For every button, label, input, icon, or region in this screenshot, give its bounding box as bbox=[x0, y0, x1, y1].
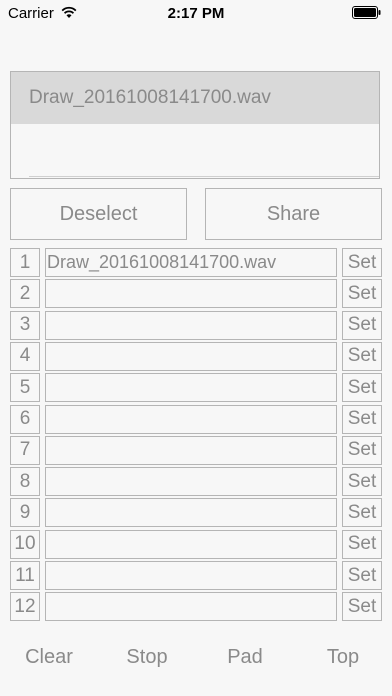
slot-row: 2 Set bbox=[0, 279, 392, 309]
slot-number: 7 bbox=[10, 435, 40, 465]
slot-set-button[interactable]: Set bbox=[342, 561, 382, 590]
slot-number: 12 bbox=[10, 592, 40, 622]
top-button[interactable]: Top bbox=[303, 646, 383, 669]
bottom-toolbar: Clear Stop Pad Top bbox=[0, 646, 392, 676]
slot-row: 5 Set bbox=[0, 373, 392, 403]
slot-file-field[interactable] bbox=[45, 310, 337, 340]
slot-set-button[interactable]: Set bbox=[342, 404, 382, 434]
slot-set-button[interactable]: Set bbox=[342, 467, 382, 497]
slot-row: 6 Set bbox=[0, 404, 392, 434]
slot-file-field[interactable] bbox=[45, 498, 337, 528]
slot-row: 8 Set bbox=[0, 467, 392, 497]
slot-file-field[interactable] bbox=[45, 435, 337, 465]
slot-row: 11 Set bbox=[0, 561, 392, 590]
slot-set-button[interactable]: Set bbox=[342, 529, 382, 559]
slot-number: 2 bbox=[10, 279, 40, 309]
battery-icon bbox=[352, 6, 381, 19]
slot-row: 4 Set bbox=[0, 341, 392, 371]
slot-file-field[interactable] bbox=[45, 279, 337, 309]
slot-file-field[interactable] bbox=[45, 404, 337, 434]
slot-number: 5 bbox=[10, 373, 40, 403]
slot-set-button[interactable]: Set bbox=[342, 435, 382, 465]
status-time: 2:17 PM bbox=[167, 5, 225, 22]
slot-file-field[interactable] bbox=[45, 592, 337, 622]
slot-number: 8 bbox=[10, 467, 40, 497]
slot-set-button[interactable]: Set bbox=[342, 279, 382, 309]
share-button[interactable]: Share bbox=[205, 188, 382, 240]
slot-row: 7 Set bbox=[0, 435, 392, 465]
slot-file-field[interactable] bbox=[45, 529, 337, 559]
slot-set-button[interactable]: Set bbox=[342, 592, 382, 622]
pad-button[interactable]: Pad bbox=[205, 646, 285, 669]
slot-row: 9 Set bbox=[0, 498, 392, 528]
slot-file-field[interactable] bbox=[45, 341, 337, 371]
file-name: Draw_20161008141700.wav bbox=[29, 87, 271, 108]
slot-number: 9 bbox=[10, 498, 40, 528]
slot-number: 4 bbox=[10, 341, 40, 371]
slot-number: 11 bbox=[10, 561, 40, 590]
slot-row: 10 Set bbox=[0, 529, 392, 559]
slot-number: 6 bbox=[10, 404, 40, 434]
status-bar: Carrier 2:17 PM bbox=[0, 0, 392, 26]
file-list[interactable]: Draw_20161008141700.wav bbox=[10, 71, 380, 179]
slot-number: 10 bbox=[10, 529, 40, 559]
slot-set-button[interactable]: Set bbox=[342, 341, 382, 371]
slot-file-field[interactable]: Draw_20161008141700.wav bbox=[45, 248, 337, 277]
slot-row: 12 Set bbox=[0, 592, 392, 622]
clear-button[interactable]: Clear bbox=[9, 646, 89, 669]
deselect-button[interactable]: Deselect bbox=[10, 188, 187, 240]
slot-number: 1 bbox=[10, 248, 40, 277]
slot-set-button[interactable]: Set bbox=[342, 373, 382, 403]
stop-button[interactable]: Stop bbox=[107, 646, 187, 669]
slot-row: 1 Draw_20161008141700.wav Set bbox=[0, 248, 392, 277]
slot-file-field[interactable] bbox=[45, 561, 337, 590]
file-list-divider bbox=[29, 176, 379, 177]
slot-set-button[interactable]: Set bbox=[342, 498, 382, 528]
slot-row: 3 Set bbox=[0, 310, 392, 340]
file-list-item-selected[interactable]: Draw_20161008141700.wav bbox=[11, 72, 379, 124]
slot-set-button[interactable]: Set bbox=[342, 248, 382, 277]
slot-file-field[interactable] bbox=[45, 467, 337, 497]
slot-file-field[interactable] bbox=[45, 373, 337, 403]
slot-set-button[interactable]: Set bbox=[342, 310, 382, 340]
slot-number: 3 bbox=[10, 310, 40, 340]
